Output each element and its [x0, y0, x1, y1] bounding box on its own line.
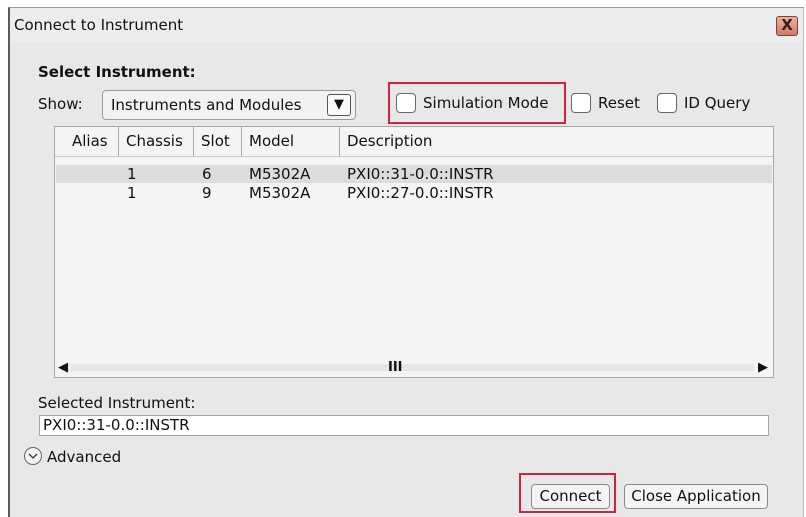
scroll-thumb[interactable] — [68, 364, 754, 371]
cell-model: M5302A — [249, 165, 311, 183]
cell-model: M5302A — [249, 184, 311, 202]
table-header: Alias Chassis Slot Model Description — [55, 127, 773, 157]
cell-description: PXI0::27-0.0::INSTR — [347, 184, 494, 202]
scroll-right-icon[interactable]: ▶ — [758, 359, 768, 377]
cell-chassis: 1 — [127, 165, 137, 183]
window-title: Connect to Instrument — [14, 16, 184, 34]
reset-label: Reset — [598, 94, 640, 112]
id-query-label: ID Query — [684, 94, 751, 112]
reset-checkbox[interactable] — [571, 93, 591, 113]
scroll-left-icon[interactable]: ◀ — [58, 359, 68, 377]
show-label: Show: — [38, 95, 83, 113]
close-icon[interactable]: X — [776, 16, 798, 36]
connect-button[interactable]: Connect — [531, 484, 610, 509]
cell-slot: 6 — [202, 165, 212, 183]
table-row[interactable]: 1 6 M5302A PXI0::31-0.0::INSTR — [56, 165, 772, 183]
simulation-mode-checkbox[interactable] — [396, 93, 416, 113]
column-header-alias[interactable]: Alias — [72, 132, 108, 150]
advanced-label[interactable]: Advanced — [47, 448, 121, 466]
column-divider — [339, 127, 340, 156]
table-row[interactable]: 1 9 M5302A PXI0::27-0.0::INSTR — [56, 184, 772, 202]
instrument-table[interactable]: Alias Chassis Slot Model Description 1 6… — [54, 126, 774, 378]
chevron-down-icon[interactable]: ▼ — [327, 94, 351, 116]
column-header-description[interactable]: Description — [347, 132, 432, 150]
column-header-model[interactable]: Model — [249, 132, 294, 150]
selected-instrument-label: Selected Instrument: — [38, 394, 196, 412]
cell-slot: 9 — [202, 184, 212, 202]
title-bar: Connect to Instrument X — [10, 8, 803, 42]
selected-instrument-field[interactable]: PXI0::31-0.0::INSTR — [39, 415, 769, 436]
column-divider — [241, 127, 242, 156]
cell-chassis: 1 — [127, 184, 137, 202]
id-query-checkbox[interactable] — [657, 93, 677, 113]
column-header-slot[interactable]: Slot — [201, 132, 230, 150]
connect-dialog: Connect to Instrument X Select Instrumen… — [8, 7, 804, 517]
show-dropdown-value: Instruments and Modules — [111, 96, 302, 114]
select-instrument-heading: Select Instrument: — [38, 63, 196, 81]
horizontal-scrollbar[interactable]: ◀ III ▶ — [55, 359, 773, 377]
show-dropdown[interactable]: Instruments and Modules ▼ — [102, 90, 356, 120]
cell-description: PXI0::31-0.0::INSTR — [347, 165, 494, 183]
close-application-button[interactable]: Close Application — [624, 484, 768, 509]
chevron-down-icon[interactable] — [24, 447, 42, 465]
scroll-grip-icon: III — [388, 360, 403, 375]
simulation-mode-label: Simulation Mode — [423, 94, 549, 112]
column-divider — [193, 127, 194, 156]
column-divider — [118, 127, 119, 156]
column-header-chassis[interactable]: Chassis — [126, 132, 183, 150]
